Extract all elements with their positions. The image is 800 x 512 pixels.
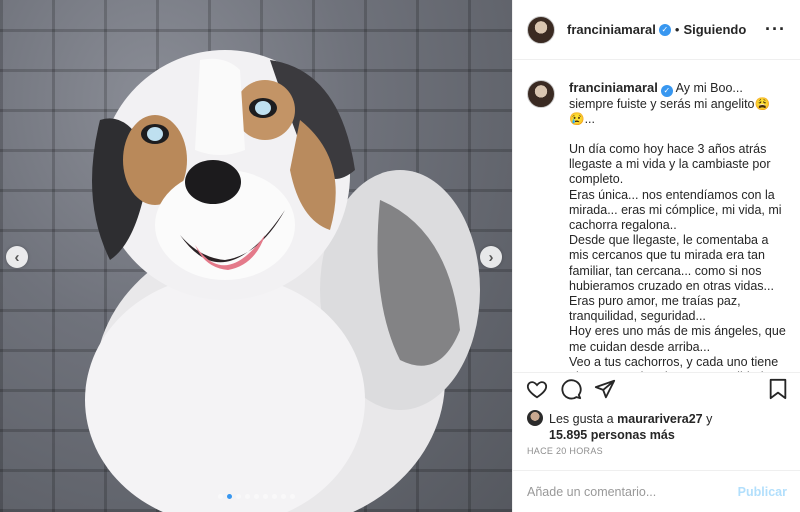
dog-illustration	[85, 50, 480, 512]
carousel-dot	[271, 494, 277, 499]
carousel-dot	[226, 494, 232, 499]
carousel-prev-button[interactable]: ‹	[6, 246, 28, 268]
follow-status-button[interactable]: Siguiendo	[683, 22, 746, 37]
header-username[interactable]: franciniamaral	[567, 22, 656, 37]
carousel-dot	[217, 494, 223, 499]
caption-avatar[interactable]	[527, 80, 555, 108]
carousel-dot	[244, 494, 250, 499]
carousel-dot	[262, 494, 268, 499]
share-icon[interactable]	[594, 378, 616, 405]
post-timestamp[interactable]: HACE 20 HORAS	[527, 446, 603, 456]
carousel-dot	[253, 494, 259, 499]
action-bar	[513, 372, 800, 410]
post-side-panel: franciniamaral ✓ • Siguiendo ··· francin…	[512, 0, 800, 512]
header-separator: •	[674, 22, 680, 37]
carousel-dot	[235, 494, 241, 499]
caption-username[interactable]: franciniamaral	[569, 80, 658, 95]
caption-area: franciniamaral ✓ Ay mi Boo... siempre fui…	[513, 60, 800, 372]
carousel-dot	[289, 494, 295, 499]
carousel-dot	[280, 494, 286, 499]
likes-summary: Les gusta a maurarivera27 y 15.895 perso…	[527, 410, 789, 443]
carousel-next-button[interactable]: ›	[480, 246, 502, 268]
verified-icon: ✓	[660, 84, 673, 97]
liker-username[interactable]: maurarivera27	[617, 412, 702, 426]
carousel-indicator	[0, 494, 512, 499]
caption-text: franciniamaral ✓ Ay mi Boo... siempre fui…	[569, 80, 787, 372]
likes-prefix: Les gusta a	[549, 412, 614, 426]
likes-joiner: y	[706, 412, 713, 426]
liker-avatar[interactable]	[527, 410, 543, 426]
comment-icon[interactable]	[560, 378, 582, 405]
post-header: franciniamaral ✓ • Siguiendo ···	[513, 0, 800, 60]
post-photo[interactable]: ‹ ›	[0, 0, 512, 512]
caption-body: Un día como hoy hace 3 años atrás llegas…	[569, 142, 786, 372]
bookmark-icon[interactable]	[768, 378, 788, 405]
publish-button[interactable]: Publicar	[738, 485, 787, 499]
avatar[interactable]	[527, 15, 555, 44]
more-options-icon[interactable]: ···	[765, 19, 786, 40]
comment-input[interactable]	[527, 484, 738, 499]
like-heart-icon[interactable]	[526, 378, 548, 405]
likes-count[interactable]: 15.895 personas más	[549, 428, 675, 442]
comment-bar: Publicar	[513, 470, 800, 512]
verified-icon: ✓	[658, 23, 671, 36]
